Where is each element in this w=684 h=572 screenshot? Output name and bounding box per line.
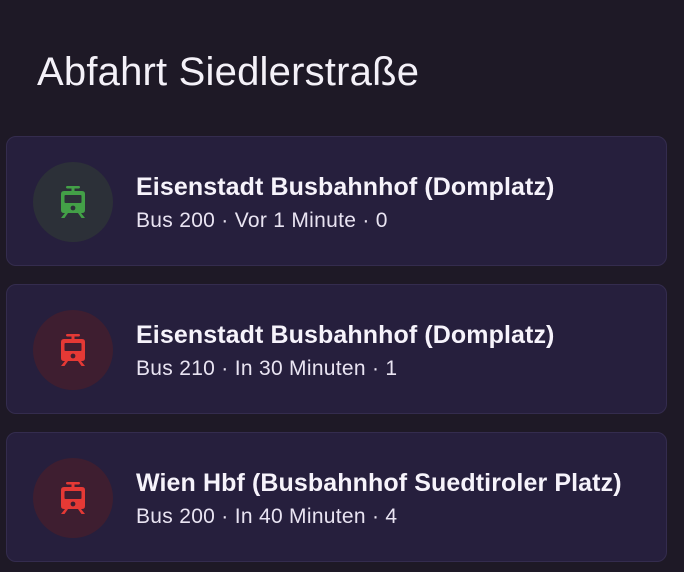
departure-detail: Bus 200 · Vor 1 Minute · 0 <box>136 209 388 232</box>
page-title: Abfahrt Siedlerstraße <box>37 50 420 94</box>
departure-card[interactable]: Eisenstadt Busbahnhof (Domplatz) Bus 200… <box>6 136 667 266</box>
departure-detail: Bus 210 · In 30 Minuten · 1 <box>136 357 398 380</box>
departure-card[interactable]: Eisenstadt Busbahnhof (Domplatz) Bus 210… <box>6 284 667 414</box>
tram-icon <box>61 482 85 514</box>
destination-label: Wien Hbf (Busbahnhof Suedtiroler Platz) <box>136 469 622 497</box>
departure-card[interactable]: Wien Hbf (Busbahnhof Suedtiroler Platz) … <box>6 432 667 562</box>
tram-icon-badge <box>33 310 113 390</box>
destination-label: Eisenstadt Busbahnhof (Domplatz) <box>136 173 555 201</box>
destination-label: Eisenstadt Busbahnhof (Domplatz) <box>136 321 555 349</box>
tram-icon-badge <box>33 162 113 242</box>
tram-icon-badge <box>33 458 113 538</box>
tram-icon <box>61 334 85 366</box>
departure-detail: Bus 200 · In 40 Minuten · 4 <box>136 505 398 528</box>
tram-icon <box>61 186 85 218</box>
